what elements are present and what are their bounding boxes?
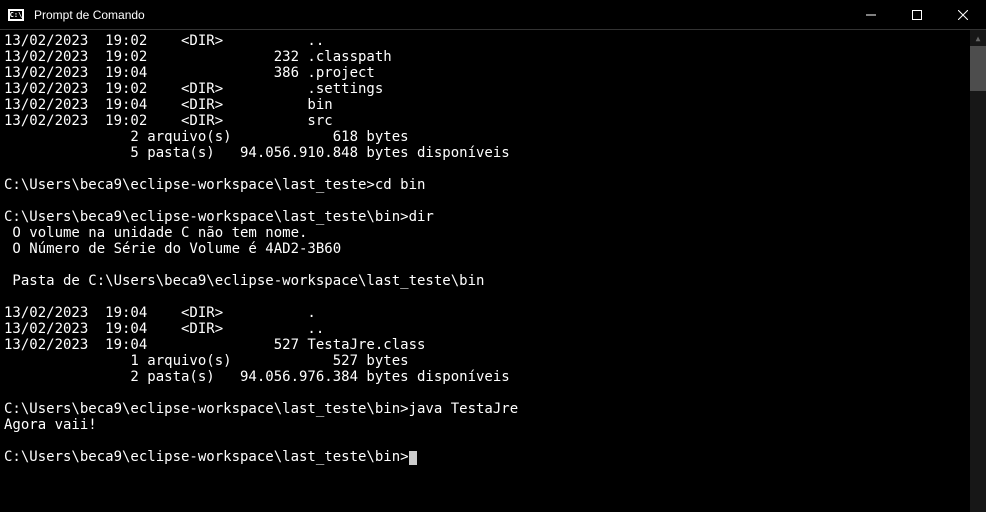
window-title: Prompt de Comando [32,8,848,22]
minimize-button[interactable] [848,0,894,29]
cmd-icon-label: C:\ [10,11,23,19]
maximize-button[interactable] [894,0,940,29]
cursor [409,451,417,465]
cmd-icon: C:\ [8,9,24,21]
scrollbar-thumb[interactable] [970,46,986,91]
window-controls [848,0,986,29]
content-area: 13/02/2023 19:02 <DIR> .. 13/02/2023 19:… [0,30,986,512]
terminal-output[interactable]: 13/02/2023 19:02 <DIR> .. 13/02/2023 19:… [0,30,970,512]
titlebar[interactable]: C:\ Prompt de Comando [0,0,986,30]
close-button[interactable] [940,0,986,29]
scroll-up-button[interactable]: ▲ [970,30,986,46]
vertical-scrollbar[interactable]: ▲ [970,30,986,512]
